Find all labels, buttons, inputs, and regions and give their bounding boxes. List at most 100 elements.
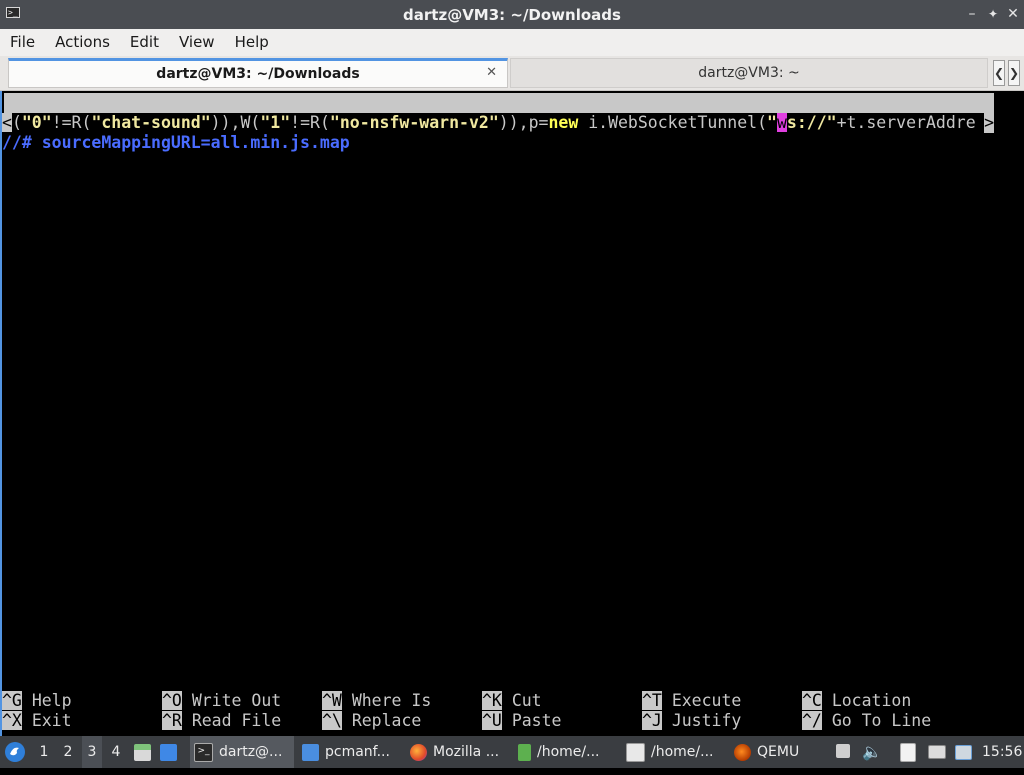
nano-filename: /var/www/html/all.min.js [406, 133, 645, 152]
shortcut-justify[interactable]: ^J Justify [642, 711, 741, 731]
task-archive[interactable]: /home/... [514, 736, 618, 768]
tab-downloads[interactable]: dartz@VM3: ~/Downloads ✕ [8, 58, 508, 88]
text-editor-icon [626, 742, 645, 762]
archive-icon [518, 743, 531, 761]
line-overflow-left-marker: < [2, 113, 12, 132]
shortcut-label: Replace [351, 711, 422, 730]
shortcut-exit[interactable]: ^X Exit [2, 711, 72, 731]
shortcut-paste[interactable]: ^U Paste [482, 711, 561, 731]
code-string: s://" [786, 113, 837, 132]
code-string: "0" [21, 113, 52, 132]
taskbar: 1 2 3 4 >_ dartz@... pcmanf... Mozilla .… [0, 736, 1024, 768]
workspace-4[interactable]: 4 [106, 736, 126, 768]
file-manager-launcher-icon[interactable] [134, 736, 156, 768]
nano-shortcuts: ^G Help ^X Exit ^O Write Out ^R Read Fil… [2, 691, 1022, 731]
menu-bar: File Actions Edit View Help [0, 29, 1024, 56]
shortcut-location[interactable]: ^C Location [802, 691, 911, 711]
shortcut-key: ^C [802, 691, 822, 710]
menu-view[interactable]: View [169, 29, 225, 56]
folder-icon [302, 743, 319, 761]
task-firefox[interactable]: Mozilla ... [406, 736, 510, 768]
qemu-icon [734, 743, 751, 761]
code-text: ( [11, 113, 22, 132]
menu-actions[interactable]: Actions [45, 29, 120, 56]
shortcut-key: ^X [2, 711, 22, 730]
update-notifier-icon[interactable] [955, 736, 975, 768]
clock[interactable]: 15:56 [982, 736, 1022, 768]
show-desktop-icon[interactable] [160, 736, 184, 768]
shortcut-key: ^O [162, 691, 182, 710]
task-label: Mozilla ... [433, 744, 500, 760]
tab-scroll-right-icon[interactable]: ❯ [1008, 60, 1020, 86]
tab-label: dartz@VM3: ~ [698, 65, 800, 81]
shortcut-help[interactable]: ^G Help [2, 691, 72, 711]
tab-home[interactable]: dartz@VM3: ~ [510, 58, 988, 88]
window-title: dartz@VM3: ~/Downloads [403, 6, 621, 24]
menu-file[interactable]: File [0, 29, 45, 56]
workspace-1[interactable]: 1 [34, 736, 54, 768]
code-string: "no-nsfw-warn-v2" [329, 113, 499, 132]
code-text: !=R( [290, 113, 330, 132]
shortcut-where-is[interactable]: ^W Where Is [322, 691, 431, 711]
shortcut-read-file[interactable]: ^R Read File [162, 711, 281, 731]
shortcut-label: Location [831, 691, 912, 710]
shortcut-key: ^/ [802, 711, 822, 730]
volume-icon[interactable]: 🔈 [862, 736, 884, 768]
shortcut-key: ^R [162, 711, 182, 730]
eject-icon[interactable] [836, 736, 854, 768]
close-icon[interactable]: ✕ [1005, 5, 1021, 23]
code-line-2[interactable]: //# sourceMappingURL=all.min.js.map [2, 133, 350, 153]
task-pcmanfm[interactable]: pcmanf... [298, 736, 402, 768]
task-label: dartz@... [219, 744, 283, 760]
code-text: )),W( [210, 113, 261, 132]
shortcut-label: Go To Line [831, 711, 932, 730]
task-label: QEMU [757, 744, 800, 760]
tab-label: dartz@VM3: ~/Downloads [156, 66, 360, 82]
task-qemu[interactable]: QEMU [730, 736, 820, 768]
shortcut-label: Paste [511, 711, 562, 730]
code-string: " [767, 113, 777, 132]
shortcut-key: ^J [642, 711, 662, 730]
tab-scroll-left-icon[interactable]: ❮ [993, 60, 1005, 86]
shortcut-label: Execute [671, 691, 742, 710]
tab-close-icon[interactable]: ✕ [486, 65, 497, 80]
task-label: /home/... [651, 744, 714, 760]
task-label: /home/... [537, 744, 600, 760]
task-label: pcmanf... [325, 744, 390, 760]
shortcut-label: Exit [31, 711, 72, 730]
shortcut-key: ^\ [322, 711, 342, 730]
firefox-icon [410, 743, 427, 761]
workspace-2[interactable]: 2 [58, 736, 78, 768]
task-terminal[interactable]: >_ dartz@... [190, 736, 294, 768]
terminal-area[interactable]: GNU nano 6.2 /var/www/html/all.min.js <(… [0, 91, 1024, 736]
shortcut-replace[interactable]: ^\ Replace [322, 711, 421, 731]
shortcut-key: ^U [482, 711, 502, 730]
shortcut-go-to-line[interactable]: ^/ Go To Line [802, 711, 931, 731]
shortcut-label: Read File [191, 711, 282, 730]
shortcut-write-out[interactable]: ^O Write Out [162, 691, 281, 711]
start-menu-icon[interactable] [4, 736, 28, 768]
shortcut-key: ^T [642, 691, 662, 710]
shortcut-label: Help [31, 691, 72, 710]
shortcut-key: ^G [2, 691, 22, 710]
tab-bar: dartz@VM3: ~/Downloads ✕ dartz@VM3: ~ [0, 56, 1024, 91]
shortcut-cut[interactable]: ^K Cut [482, 691, 542, 711]
workspace-3[interactable]: 3 [82, 736, 102, 768]
network-icon[interactable] [928, 736, 948, 768]
shortcut-label: Where Is [351, 691, 432, 710]
task-text-editor[interactable]: /home/... [622, 736, 726, 768]
menu-help[interactable]: Help [225, 29, 279, 56]
minimize-icon[interactable]: – [964, 5, 980, 23]
nano-header: GNU nano 6.2 /var/www/html/all.min.js [4, 93, 994, 152]
clipboard-icon[interactable] [900, 736, 920, 768]
line-overflow-right-marker: > [984, 113, 994, 133]
shortcut-label: Cut [511, 691, 542, 710]
code-text: +t.serverAddre [836, 113, 976, 132]
shortcut-key: ^K [482, 691, 502, 710]
code-text: )),p= [498, 113, 549, 132]
maximize-icon[interactable]: ✦ [985, 5, 1001, 23]
shortcut-execute[interactable]: ^T Execute [642, 691, 741, 711]
code-line-1[interactable]: <("0"!=R("chat-sound")),W("1"!=R("no-nsf… [2, 113, 994, 133]
code-text: i.WebSocketTunnel( [578, 113, 768, 132]
menu-edit[interactable]: Edit [120, 29, 169, 56]
